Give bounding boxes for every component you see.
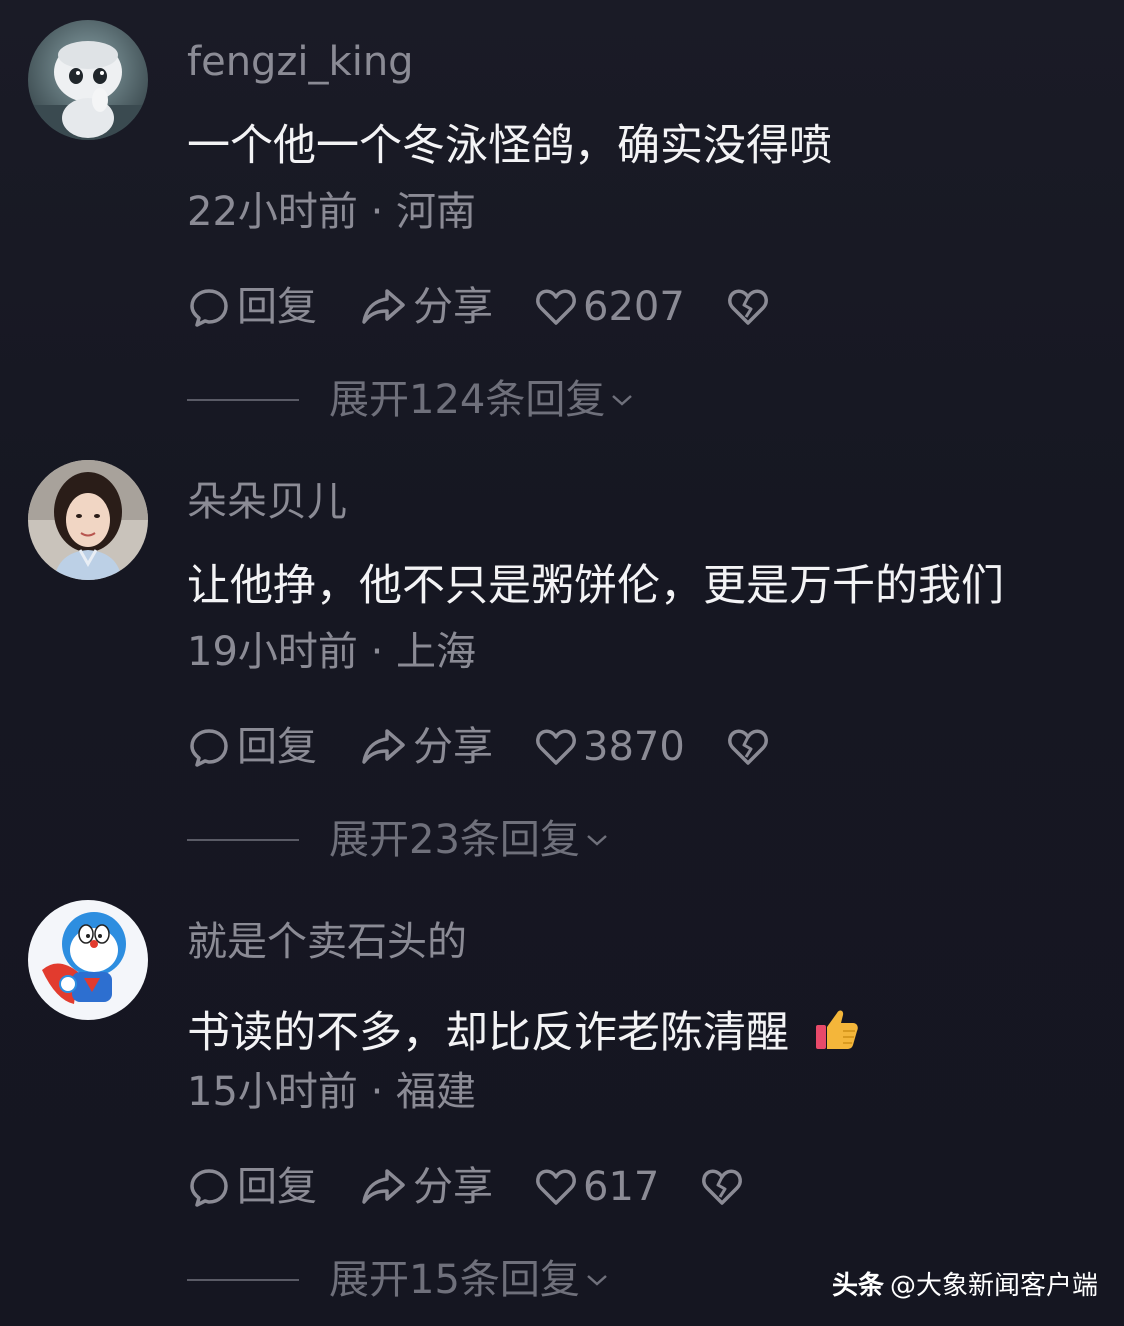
comment-list-page: fengzi_king 一个他一个冬泳怪鸽，确实没得喷 22小时前 · 河南 回… bbox=[0, 0, 1124, 1326]
comment-text-body: 书读的不多，却比反诈老陈清醒 bbox=[187, 1008, 789, 1058]
like-count: 617 bbox=[583, 1164, 660, 1210]
share-arrow-icon bbox=[362, 1169, 405, 1204]
comment-actions: 回复 分享 6207 bbox=[187, 282, 811, 332]
avatar[interactable] bbox=[28, 20, 148, 140]
reply-button[interactable]: 回复 bbox=[187, 285, 317, 329]
reply-label: 回复 bbox=[237, 1164, 317, 1210]
divider-line bbox=[187, 839, 299, 841]
broken-heart-icon bbox=[702, 1169, 743, 1205]
comment-meta: 22小时前 · 河南 bbox=[187, 189, 477, 235]
girl-photo-avatar-icon bbox=[28, 460, 148, 580]
chevron-down-icon bbox=[587, 1275, 607, 1286]
expand-label: 展开124条回复 bbox=[329, 377, 606, 423]
dislike-button[interactable] bbox=[701, 1167, 743, 1207]
share-label: 分享 bbox=[413, 1164, 493, 1210]
reply-label: 回复 bbox=[237, 284, 317, 330]
reply-label: 回复 bbox=[237, 724, 317, 770]
expand-replies-button[interactable]: 展开15条回复 bbox=[187, 1260, 610, 1300]
reply-button[interactable]: 回复 bbox=[187, 1165, 317, 1209]
broken-heart-icon bbox=[727, 289, 768, 325]
like-button[interactable]: 617 bbox=[535, 1167, 659, 1207]
broken-heart-icon bbox=[727, 729, 768, 765]
superhero-cat-avatar-icon bbox=[28, 900, 148, 1020]
like-count: 6207 bbox=[583, 284, 685, 330]
share-button[interactable]: 分享 bbox=[359, 285, 493, 329]
divider-line bbox=[187, 1279, 299, 1281]
dislike-button[interactable] bbox=[727, 287, 769, 327]
divider-line bbox=[187, 399, 299, 401]
expand-replies-button[interactable]: 展开124条回复 bbox=[187, 380, 635, 420]
expand-label: 展开23条回复 bbox=[329, 817, 580, 863]
dislike-button[interactable] bbox=[727, 727, 769, 767]
comment-meta: 19小时前 · 上海 bbox=[187, 629, 477, 675]
share-arrow-icon bbox=[362, 729, 405, 764]
comment-actions: 回复 分享 3870 bbox=[187, 722, 811, 772]
expand-label: 展开15条回复 bbox=[329, 1257, 580, 1303]
white-robot-avatar-icon bbox=[28, 20, 148, 140]
username[interactable]: 就是个卖石头的 bbox=[187, 922, 467, 962]
watermark-brand: 头条 bbox=[831, 1271, 884, 1301]
source-watermark: 头条 @大象新闻客户端 bbox=[832, 1265, 1098, 1302]
reply-bubble-icon bbox=[190, 1169, 228, 1207]
reply-bubble-icon bbox=[190, 289, 228, 327]
share-button[interactable]: 分享 bbox=[359, 1165, 493, 1209]
avatar[interactable] bbox=[28, 900, 148, 1020]
username[interactable]: 朵朵贝儿 bbox=[187, 482, 347, 522]
comment-actions: 回复 分享 617 bbox=[187, 1162, 785, 1212]
like-button[interactable]: 3870 bbox=[535, 727, 685, 767]
username[interactable]: fengzi_king bbox=[187, 42, 414, 82]
reply-button[interactable]: 回复 bbox=[187, 725, 317, 769]
chevron-down-icon bbox=[587, 835, 607, 846]
avatar[interactable] bbox=[28, 460, 148, 580]
heart-icon bbox=[536, 729, 576, 765]
share-label: 分享 bbox=[413, 284, 493, 330]
chevron-down-icon bbox=[612, 395, 633, 406]
reply-bubble-icon bbox=[190, 729, 228, 767]
share-button[interactable]: 分享 bbox=[359, 725, 493, 769]
share-label: 分享 bbox=[413, 724, 493, 770]
comment-text: 让他挣，他不只是粥饼伦，更是万千的我们 bbox=[187, 561, 1004, 611]
watermark-source: @大象新闻客户端 bbox=[889, 1271, 1098, 1301]
like-button[interactable]: 6207 bbox=[535, 287, 685, 327]
heart-icon bbox=[536, 1169, 576, 1205]
share-arrow-icon bbox=[362, 289, 405, 324]
comment-text: 书读的不多，却比反诈老陈清醒 bbox=[187, 1005, 861, 1055]
heart-icon bbox=[536, 289, 576, 325]
comment-text: 一个他一个冬泳怪鸽，确实没得喷 bbox=[187, 121, 832, 171]
expand-replies-button[interactable]: 展开23条回复 bbox=[187, 820, 610, 860]
like-count: 3870 bbox=[583, 724, 685, 770]
comment-meta: 15小时前 · 福建 bbox=[187, 1069, 477, 1115]
thumbs-up-icon bbox=[815, 1010, 858, 1049]
